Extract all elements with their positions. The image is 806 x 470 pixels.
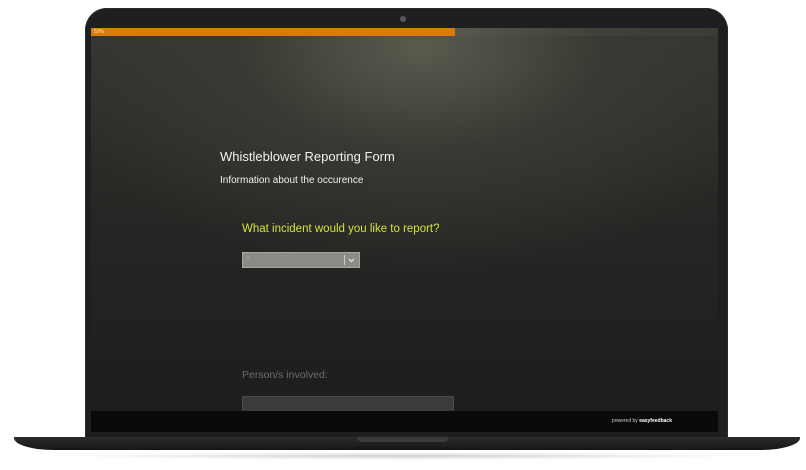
progress-bar: 50% <box>91 28 718 36</box>
footer-credit[interactable]: powered by easyfeedback <box>612 418 672 424</box>
form-title: Whistleblower Reporting Form <box>220 149 395 164</box>
progress-bar-fill <box>91 28 455 36</box>
incident-select[interactable]: - <box>242 252 360 268</box>
chevron-down-icon[interactable] <box>347 255 356 265</box>
form-subtitle: Information about the occurence <box>220 175 364 186</box>
brand-name: easyfeedback <box>639 418 672 424</box>
laptop-mockup: 50% Whistleblower Reporting Form Informa… <box>0 0 806 470</box>
footer-bar: powered by easyfeedback <box>91 411 718 432</box>
persons-involved-label: Person/s involved: <box>242 369 328 381</box>
incident-question-label: What incident would you like to report? <box>242 223 440 235</box>
incident-select-value: - <box>247 255 250 262</box>
laptop-base-notch <box>357 437 449 442</box>
powered-by-text: powered by <box>611 418 638 424</box>
select-divider <box>344 255 345 265</box>
screen: 50% Whistleblower Reporting Form Informa… <box>91 28 718 432</box>
laptop-shadow <box>60 452 750 460</box>
progress-label: 50% <box>94 29 105 35</box>
camera-icon <box>400 16 406 22</box>
